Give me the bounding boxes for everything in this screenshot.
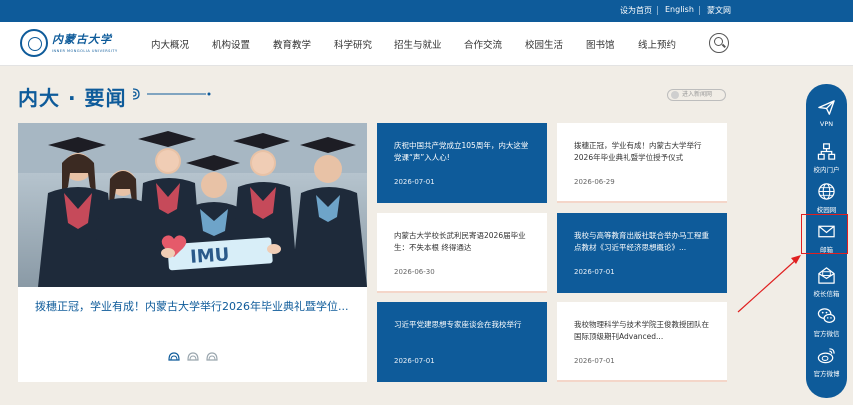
section-title: 内大 · 要闻 [18, 86, 127, 110]
news-title: 习近平党建思想专家座谈会在我校举行 [394, 320, 522, 329]
sidebar-item-weibo[interactable]: 官方微博 [806, 342, 847, 382]
sidebar-item-portal[interactable]: 校内门户 [806, 138, 847, 178]
university-name-en: INNER MONGOLIA UNIVERSITY [52, 49, 118, 53]
featured-news[interactable]: IMU 拨穗正冠，学业有成！内蒙古大学举行2026年毕业典礼暨学位... [18, 123, 367, 382]
more-news-button[interactable]: 进入新闻网 [667, 89, 726, 101]
news-card[interactable]: 我校与高等教育出版社联合举办马工程重点教材《习近平经济思想概论》... 2026… [557, 213, 727, 293]
nav-admissions[interactable]: 招生与就业 [394, 37, 442, 51]
news-date: 2026-07-01 [394, 357, 435, 365]
divider [699, 6, 700, 15]
news-card[interactable]: 习近平党建思想专家座谈会在我校举行 2026-07-01 [377, 302, 547, 382]
sidebar-item-label: VPN [819, 120, 834, 128]
highlight-box [801, 214, 848, 254]
nav-library[interactable]: 图书馆 [586, 37, 615, 51]
nav-online-booking[interactable]: 线上预约 [638, 37, 676, 51]
graduation-photo[interactable]: IMU [18, 123, 367, 287]
news-card[interactable]: 拨穗正冠，学业有成！内蒙古大学举行2026年毕业典礼暨学位授予仪式 2026-0… [557, 123, 727, 203]
sidebar-item-campus-network[interactable]: 校园网 [806, 178, 847, 218]
news-title: 我校与高等教育出版社联合举办马工程重点教材《习近平经济思想概论》... [574, 231, 709, 252]
site-header: 内蒙古大学 INNER MONGOLIA UNIVERSITY 内大概况 机构设… [0, 22, 853, 66]
sidebar-item-vpn[interactable]: VPN [806, 94, 847, 134]
news-title: 内蒙古大学校长武利民寄语2026届毕业生：不失本根 终得通达 [394, 231, 526, 252]
sidebar-item-label: 校园网 [816, 206, 837, 214]
search-icon[interactable] [709, 33, 729, 53]
divider [657, 6, 658, 15]
wechat-icon [817, 308, 836, 323]
news-date: 2026-07-01 [394, 178, 435, 186]
university-seal-logo[interactable] [20, 29, 48, 57]
news-card[interactable]: 内蒙古大学校长武利民寄语2026届毕业生：不失本根 终得通达 2026-06-3… [377, 213, 547, 293]
sidebar-item-president-mailbox[interactable]: 校长信箱 [806, 262, 847, 302]
featured-news-title[interactable]: 拨穗正冠，学业有成！内蒙古大学举行2026年毕业典礼暨学位... [35, 298, 355, 314]
news-card[interactable]: 我校物理科学与技术学院王俊教授团队在国际顶级期刊Advanced... 2026… [557, 302, 727, 382]
nav-departments[interactable]: 机构设置 [212, 37, 250, 51]
nav-research[interactable]: 科学研究 [334, 37, 372, 51]
nav-cooperation[interactable]: 合作交流 [464, 37, 502, 51]
section-decoration-icon [132, 88, 211, 100]
sidebar-item-wechat[interactable]: 官方微信 [806, 302, 847, 342]
sitemap-icon [817, 143, 836, 160]
mongolian-site-link[interactable]: 蒙文网 [707, 5, 731, 16]
university-name-logo[interactable]: 内蒙古大学 [52, 31, 112, 47]
sidebar-item-label: 校内门户 [813, 166, 840, 174]
nav-overview[interactable]: 内大概况 [151, 37, 189, 51]
mailbox-icon [818, 267, 835, 284]
news-title: 我校物理科学与技术学院王俊教授团队在国际顶级期刊Advanced... [574, 320, 709, 341]
sidebar-item-label: 官方微信 [813, 330, 840, 338]
weibo-icon [817, 348, 835, 364]
news-date: 2026-07-01 [574, 357, 615, 365]
news-date: 2026-07-01 [574, 268, 615, 276]
photo-illustration: IMU [18, 123, 367, 287]
sidebar-item-label: 校长信箱 [813, 290, 840, 298]
nav-campus-life[interactable]: 校园生活 [525, 37, 563, 51]
sidebar-item-label: 官方微博 [813, 370, 840, 378]
news-title: 庆祝中国共产党成立105周年，内大这堂党课“声”入人心! [394, 141, 529, 162]
set-homepage-link[interactable]: 设为首页 [620, 5, 652, 16]
paper-plane-icon [818, 100, 835, 115]
news-card[interactable]: 庆祝中国共产党成立105周年，内大这堂党课“声”入人心! 2026-07-01 [377, 123, 547, 203]
banner-text: IMU [190, 244, 231, 268]
news-date: 2026-06-29 [574, 178, 615, 186]
news-date: 2026-06-30 [394, 268, 435, 276]
news-title: 拨穗正冠，学业有成！内蒙古大学举行2026年毕业典礼暨学位授予仪式 [574, 141, 702, 162]
english-link[interactable]: English [665, 5, 694, 14]
carousel-dot-icon[interactable] [187, 351, 199, 362]
globe-icon [818, 183, 835, 200]
nav-education[interactable]: 教育教学 [273, 37, 311, 51]
carousel-dot-icon[interactable] [168, 351, 180, 362]
carousel-dot-icon[interactable] [206, 351, 218, 362]
top-bar: 设为首页 English 蒙文网 [0, 0, 853, 22]
